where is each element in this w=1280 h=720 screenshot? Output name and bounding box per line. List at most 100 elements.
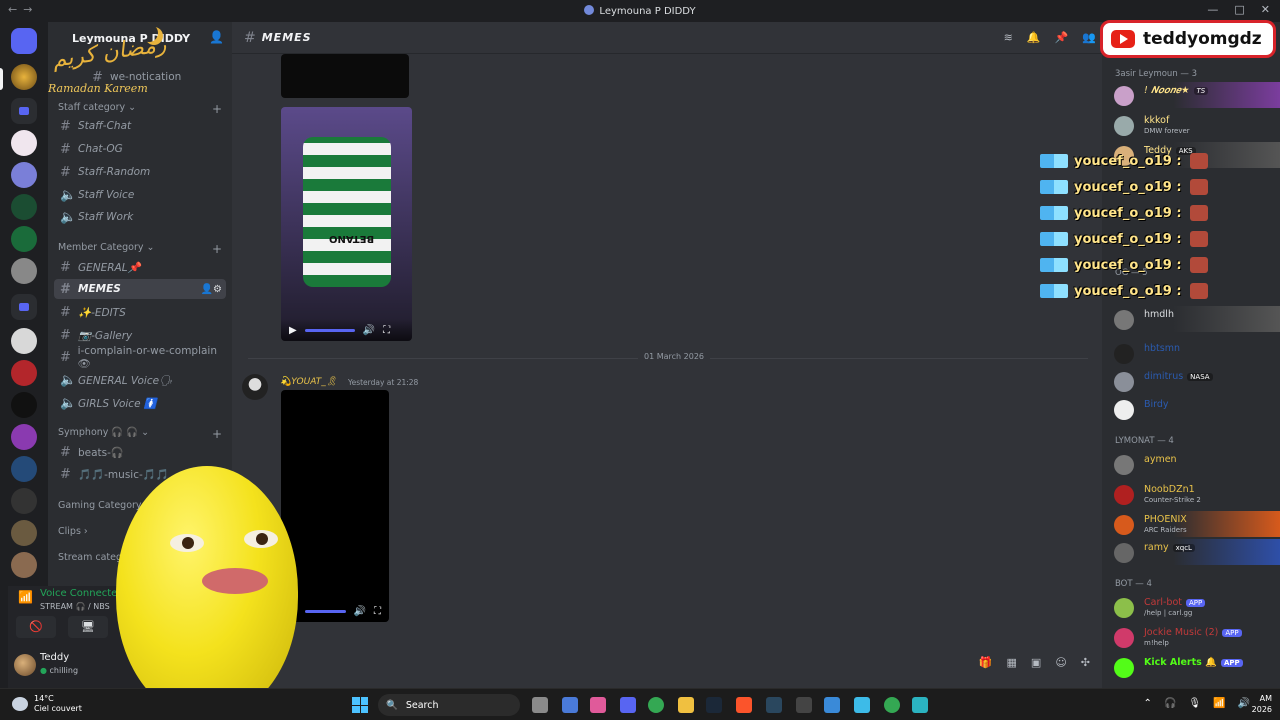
member-item[interactable]: hmdlh bbox=[1102, 306, 1280, 332]
weather-widget[interactable]: 14°C Ciel couvert bbox=[12, 694, 82, 714]
discord-icon[interactable] bbox=[620, 697, 636, 713]
chrome-icon[interactable] bbox=[648, 697, 664, 713]
folder-icon[interactable] bbox=[11, 98, 37, 124]
server-icon[interactable] bbox=[11, 520, 37, 546]
add-channel-icon[interactable]: + bbox=[212, 102, 222, 116]
channel-edits[interactable]: # ✨-EDITS bbox=[54, 302, 226, 322]
category-symphony[interactable]: Symphony 🎧 🎧 ⌄ + bbox=[58, 427, 222, 441]
channel-girls-voice[interactable]: 🔈 GIRLS Voice 🚺 bbox=[54, 393, 226, 413]
app-icon[interactable] bbox=[590, 697, 606, 713]
fullscreen-icon[interactable]: ⛶ bbox=[383, 325, 390, 336]
channel-we-notication[interactable]: # we-notication bbox=[86, 67, 216, 87]
server-icon[interactable] bbox=[11, 226, 37, 252]
wifi-icon[interactable]: 📶 bbox=[1213, 698, 1225, 709]
server-icon[interactable] bbox=[11, 360, 37, 386]
volume-icon[interactable]: 🔊 bbox=[1238, 698, 1250, 709]
notepad-icon[interactable] bbox=[912, 697, 928, 713]
server-icon[interactable] bbox=[11, 194, 37, 220]
member-item[interactable]: hbtsmn bbox=[1102, 340, 1280, 366]
chrome-icon[interactable] bbox=[884, 697, 900, 713]
user-name[interactable]: Teddy bbox=[40, 652, 69, 663]
channel-beats[interactable]: # beats-🎧 bbox=[54, 442, 226, 462]
gif-icon[interactable]: ▦ bbox=[1007, 656, 1017, 669]
member-item[interactable]: Jockie Music (2) APP m!help bbox=[1102, 624, 1280, 650]
channel-staff-voice[interactable]: 🔈 Staff Voice bbox=[54, 185, 226, 205]
folder-icon[interactable] bbox=[11, 294, 37, 320]
maximize-icon[interactable]: □ bbox=[1234, 3, 1244, 16]
app-icon[interactable] bbox=[854, 697, 870, 713]
gift-icon[interactable]: 🎁 bbox=[979, 656, 993, 669]
volume-icon[interactable]: 🔊 bbox=[363, 325, 375, 336]
category-staff[interactable]: Staff category ⌄ + bbox=[58, 102, 222, 116]
message-author[interactable]: 💫YOUAT_🎗 bbox=[280, 377, 337, 387]
screen-share-icon[interactable]: 🖥 bbox=[68, 616, 108, 638]
app-icon[interactable] bbox=[824, 697, 840, 713]
server-icon[interactable] bbox=[11, 488, 37, 514]
close-icon[interactable]: ✕ bbox=[1261, 3, 1270, 16]
file-explorer-icon[interactable] bbox=[678, 697, 694, 713]
threads-icon[interactable]: ≋ bbox=[1004, 31, 1013, 44]
clock[interactable]: AM 2026 bbox=[1252, 693, 1272, 715]
volume-icon[interactable]: 🔊 bbox=[354, 606, 366, 617]
apps-icon[interactable]: ✣ bbox=[1081, 656, 1090, 669]
channel-general-voice[interactable]: 🔈 GENERAL Voice🗣 bbox=[54, 370, 226, 390]
avatar[interactable] bbox=[242, 374, 268, 400]
progress-bar[interactable] bbox=[304, 328, 355, 332]
invite-icon[interactable]: 👤 bbox=[209, 30, 224, 44]
mic-icon[interactable]: 🎙 bbox=[1188, 698, 1201, 709]
headset-icon[interactable]: 🎧 bbox=[1164, 698, 1176, 709]
server-icon[interactable] bbox=[11, 552, 37, 578]
member-item[interactable]: Kick Alerts 🔔 APP bbox=[1102, 654, 1280, 680]
channel-chat-og[interactable]: # Chat-OG bbox=[54, 139, 226, 159]
steam-icon[interactable] bbox=[706, 697, 722, 713]
voice-channel[interactable]: STREAM 🎧 / NBS bbox=[40, 602, 110, 611]
channel-complain[interactable]: # i-complain-or-we-complain👁 bbox=[54, 345, 226, 370]
channel-memes[interactable]: # MEMES 👤⚙ bbox=[54, 279, 226, 299]
member-item[interactable]: kkkof DMW forever bbox=[1102, 112, 1280, 138]
channel-staff-chat[interactable]: # Staff-Chat bbox=[54, 116, 226, 136]
play-icon[interactable]: ▶ bbox=[289, 325, 297, 336]
fullscreen-icon[interactable]: ⛶ bbox=[374, 606, 381, 617]
member-item[interactable]: ramy xqcL bbox=[1102, 539, 1280, 565]
taskview-icon[interactable] bbox=[532, 697, 548, 713]
member-item[interactable]: Birdy bbox=[1102, 396, 1280, 422]
channel-general[interactable]: # GENERAL📌 bbox=[54, 257, 226, 277]
home-discord-icon[interactable] bbox=[11, 28, 37, 54]
app-icon[interactable] bbox=[796, 697, 812, 713]
progress-bar[interactable] bbox=[304, 609, 346, 613]
bell-icon[interactable]: 🔔 bbox=[1027, 31, 1041, 44]
add-channel-icon[interactable]: + bbox=[212, 427, 222, 441]
member-item[interactable]: PHOENIX ARC Raiders bbox=[1102, 511, 1280, 537]
app-icon[interactable] bbox=[562, 697, 578, 713]
member-item[interactable]: NoobDZn1 Counter-Strike 2 bbox=[1102, 481, 1280, 507]
server-icon[interactable] bbox=[11, 162, 37, 188]
server-icon[interactable] bbox=[11, 328, 37, 354]
channel-staff-random[interactable]: # Staff-Random bbox=[54, 162, 226, 182]
brave-icon[interactable] bbox=[736, 697, 752, 713]
add-channel-icon[interactable]: + bbox=[212, 242, 222, 256]
server-icon[interactable] bbox=[11, 456, 37, 482]
steam-icon[interactable] bbox=[766, 697, 782, 713]
members-icon[interactable]: 👥 bbox=[1082, 31, 1096, 44]
server-icon[interactable] bbox=[11, 130, 37, 156]
chevron-up-icon[interactable]: ⌃ bbox=[1144, 698, 1152, 709]
voice-status[interactable]: Voice Connected bbox=[40, 588, 124, 599]
member-item[interactable]: Carl-bot APP/help | carl.gg bbox=[1102, 594, 1280, 620]
channel-gallery[interactable]: # 📷-Gallery bbox=[54, 325, 226, 345]
server-icon[interactable] bbox=[11, 424, 37, 450]
sticker-icon[interactable]: ▣ bbox=[1031, 656, 1041, 669]
minimize-icon[interactable]: — bbox=[1207, 3, 1218, 16]
member-item[interactable]: ! 𝑵𝒐𝒐𝒏𝒆★ TS bbox=[1102, 82, 1280, 108]
avatar[interactable] bbox=[14, 654, 36, 676]
server-icon[interactable] bbox=[11, 64, 37, 90]
windows-start-icon[interactable] bbox=[352, 697, 368, 713]
server-icon[interactable] bbox=[11, 392, 37, 418]
taskbar-search[interactable]: 🔍 Search bbox=[378, 694, 520, 716]
category-member[interactable]: Member Category ⌄ + bbox=[58, 242, 222, 256]
video-attachment[interactable]: BETANO ▶ 🔊 ⛶ bbox=[281, 107, 412, 341]
video-attachment[interactable] bbox=[281, 54, 409, 98]
server-icon[interactable] bbox=[11, 258, 37, 284]
emoji-icon[interactable]: ☺ bbox=[1055, 656, 1066, 669]
noise-suppression-icon[interactable]: 🚫 bbox=[16, 616, 56, 638]
member-item[interactable]: aymen bbox=[1102, 451, 1280, 477]
